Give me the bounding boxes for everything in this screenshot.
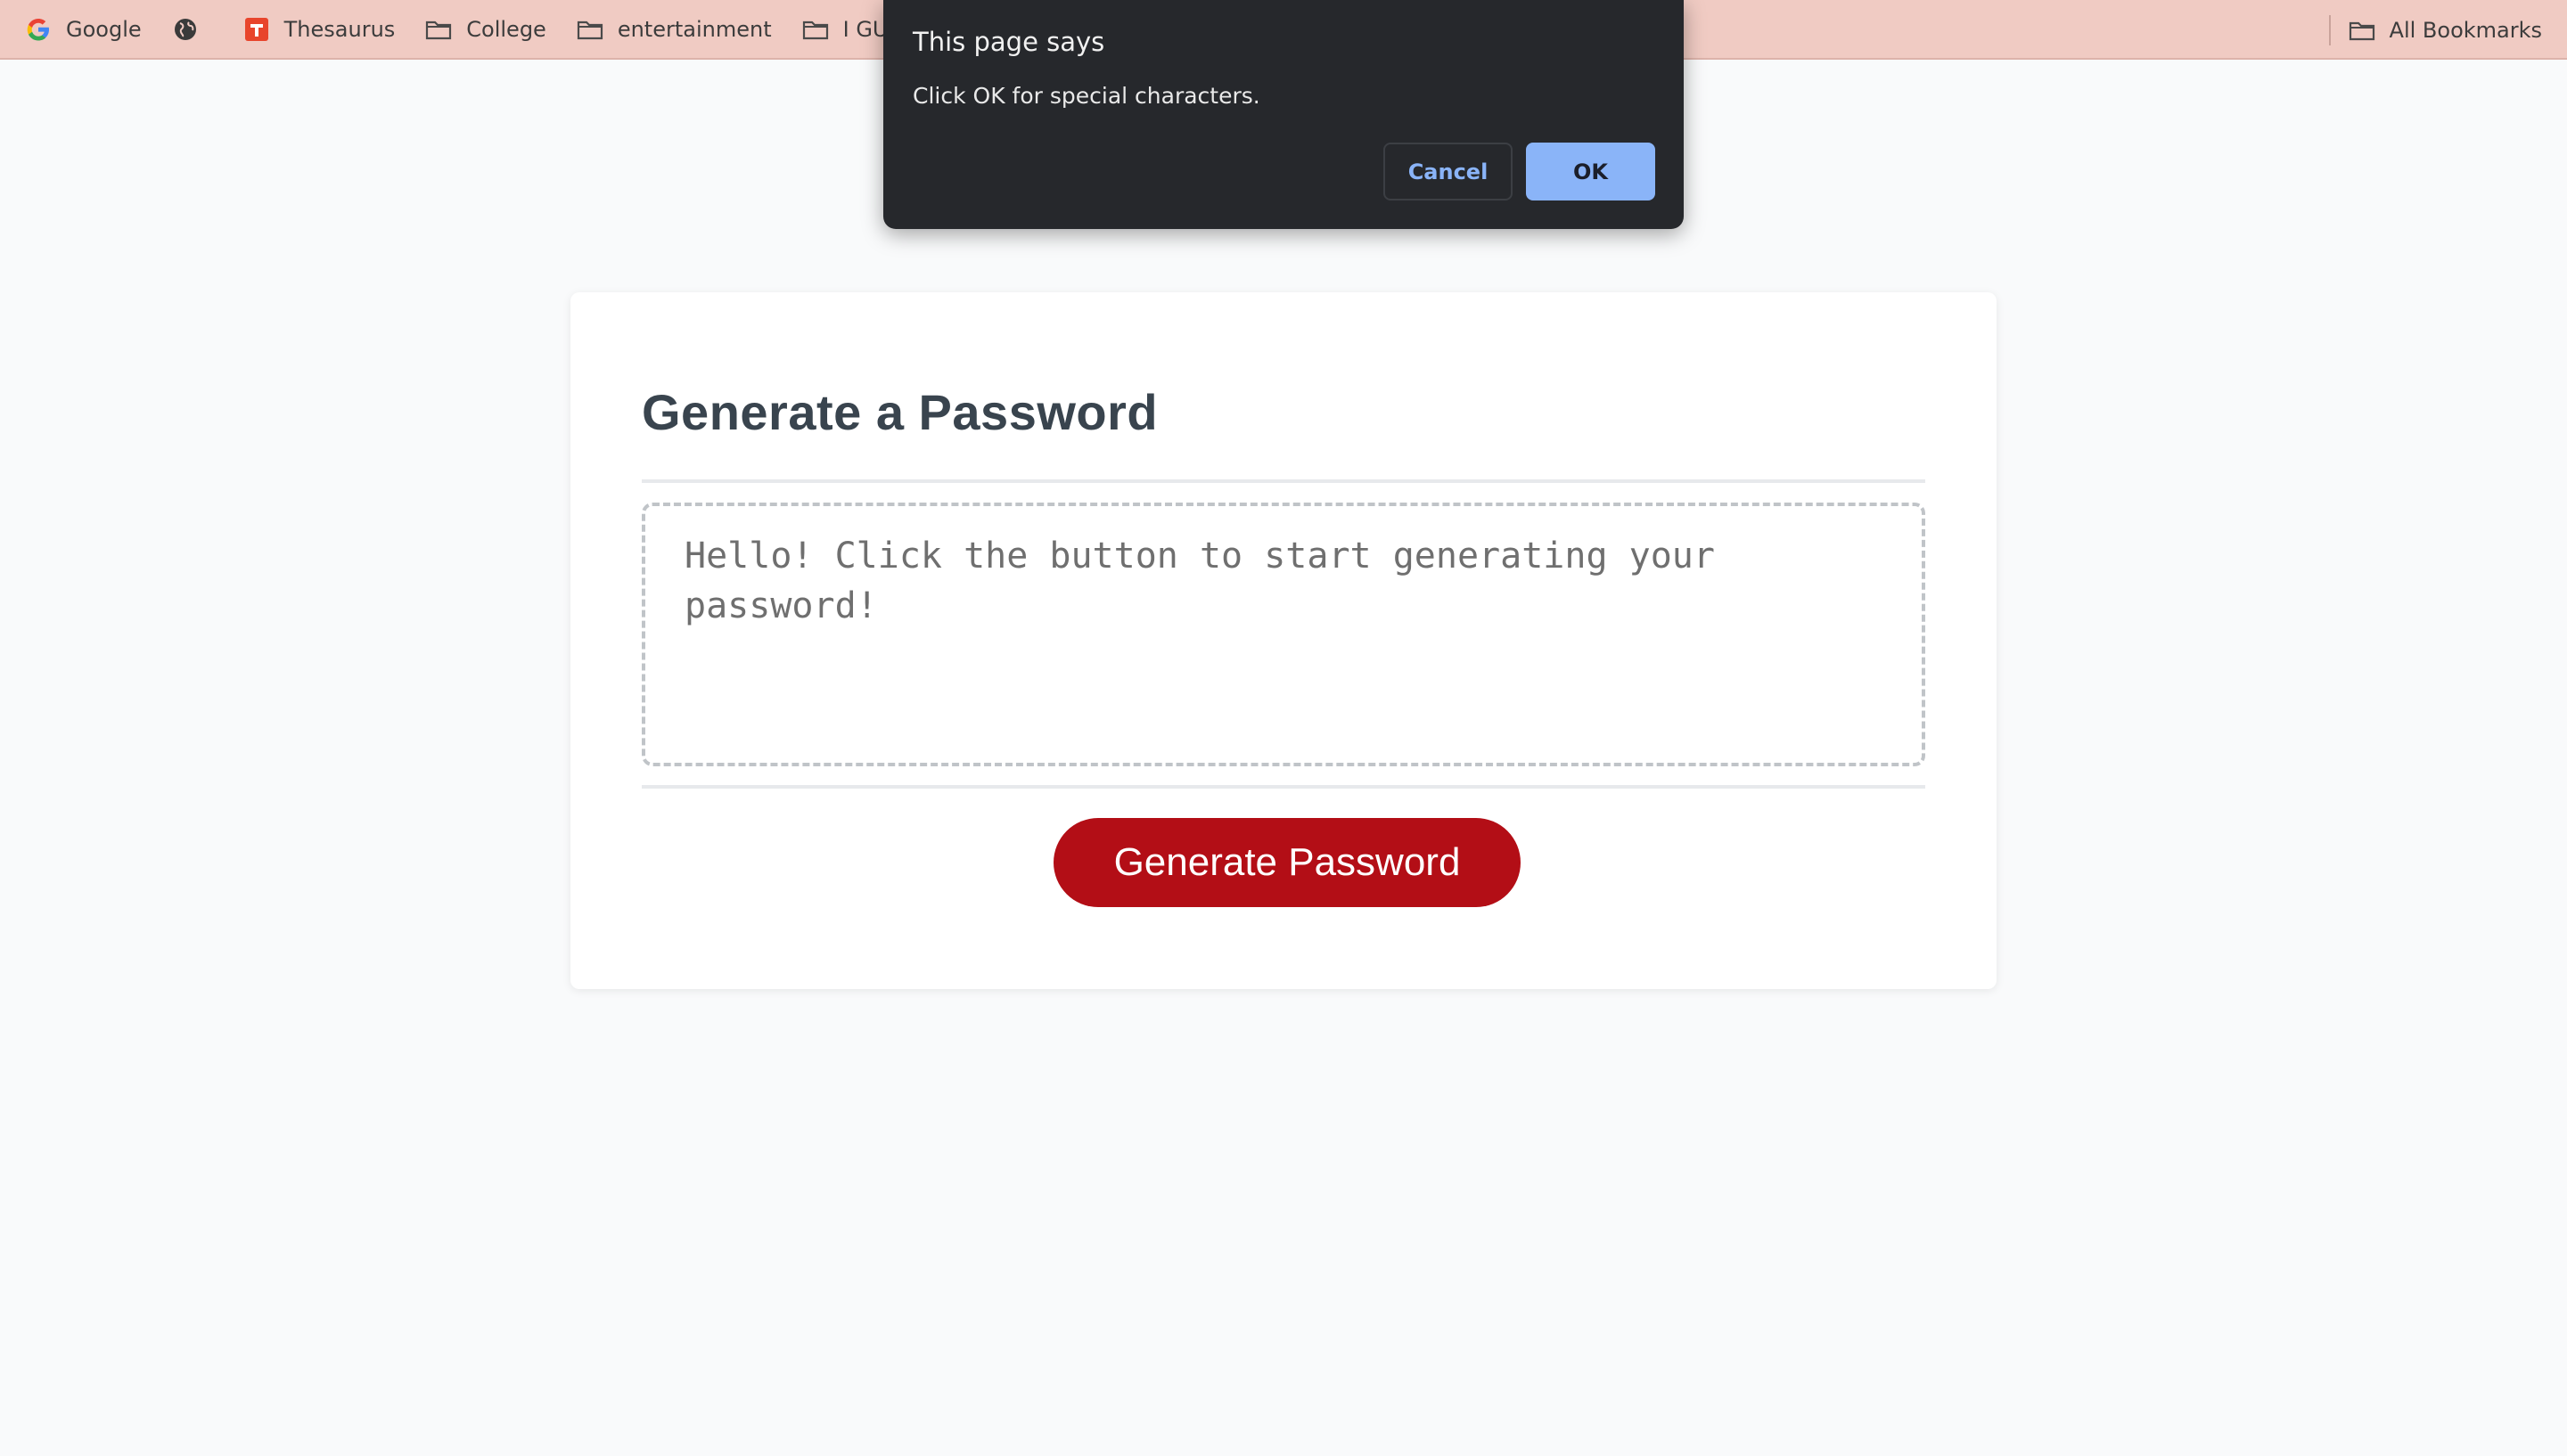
password-output[interactable]	[642, 503, 1925, 766]
folder-icon	[577, 16, 603, 43]
cancel-button[interactable]: Cancel	[1383, 143, 1513, 200]
generate-password-button[interactable]: Generate Password	[1054, 818, 1521, 907]
bookmark-folder-entertainment[interactable]: entertainment	[577, 0, 772, 59]
all-bookmarks-label: All Bookmarks	[2389, 17, 2542, 43]
alert-dialog: This page says Click OK for special char…	[883, 0, 1684, 229]
globe-icon	[172, 16, 199, 43]
card-header: Generate a Password	[642, 292, 1925, 483]
folder-icon	[2349, 17, 2375, 44]
google-icon	[25, 16, 52, 43]
bookmark-label: College	[466, 16, 546, 42]
folder-icon	[425, 16, 452, 43]
dialog-title: This page says	[913, 27, 1105, 57]
folder-icon	[802, 16, 829, 43]
bookmark-label: Thesaurus	[283, 16, 396, 42]
bookmark-thesaurus[interactable]: Thesaurus	[243, 0, 396, 59]
thesaurus-icon	[243, 16, 270, 43]
page-title: Generate a Password	[642, 384, 1159, 440]
password-card: Generate a Password Generate Password	[570, 292, 1997, 989]
dialog-message: Click OK for special characters.	[913, 83, 1260, 109]
divider	[642, 785, 1925, 789]
bookmark-google[interactable]: Google	[25, 0, 142, 59]
ok-button[interactable]: OK	[1526, 143, 1655, 200]
all-bookmarks[interactable]: All Bookmarks	[2328, 0, 2542, 60]
separator	[2328, 15, 2331, 45]
bookmark-globe[interactable]	[172, 0, 213, 59]
bookmark-label: entertainment	[617, 16, 772, 42]
bookmark-folder-college[interactable]: College	[425, 0, 546, 59]
bookmark-label: Google	[66, 16, 142, 42]
